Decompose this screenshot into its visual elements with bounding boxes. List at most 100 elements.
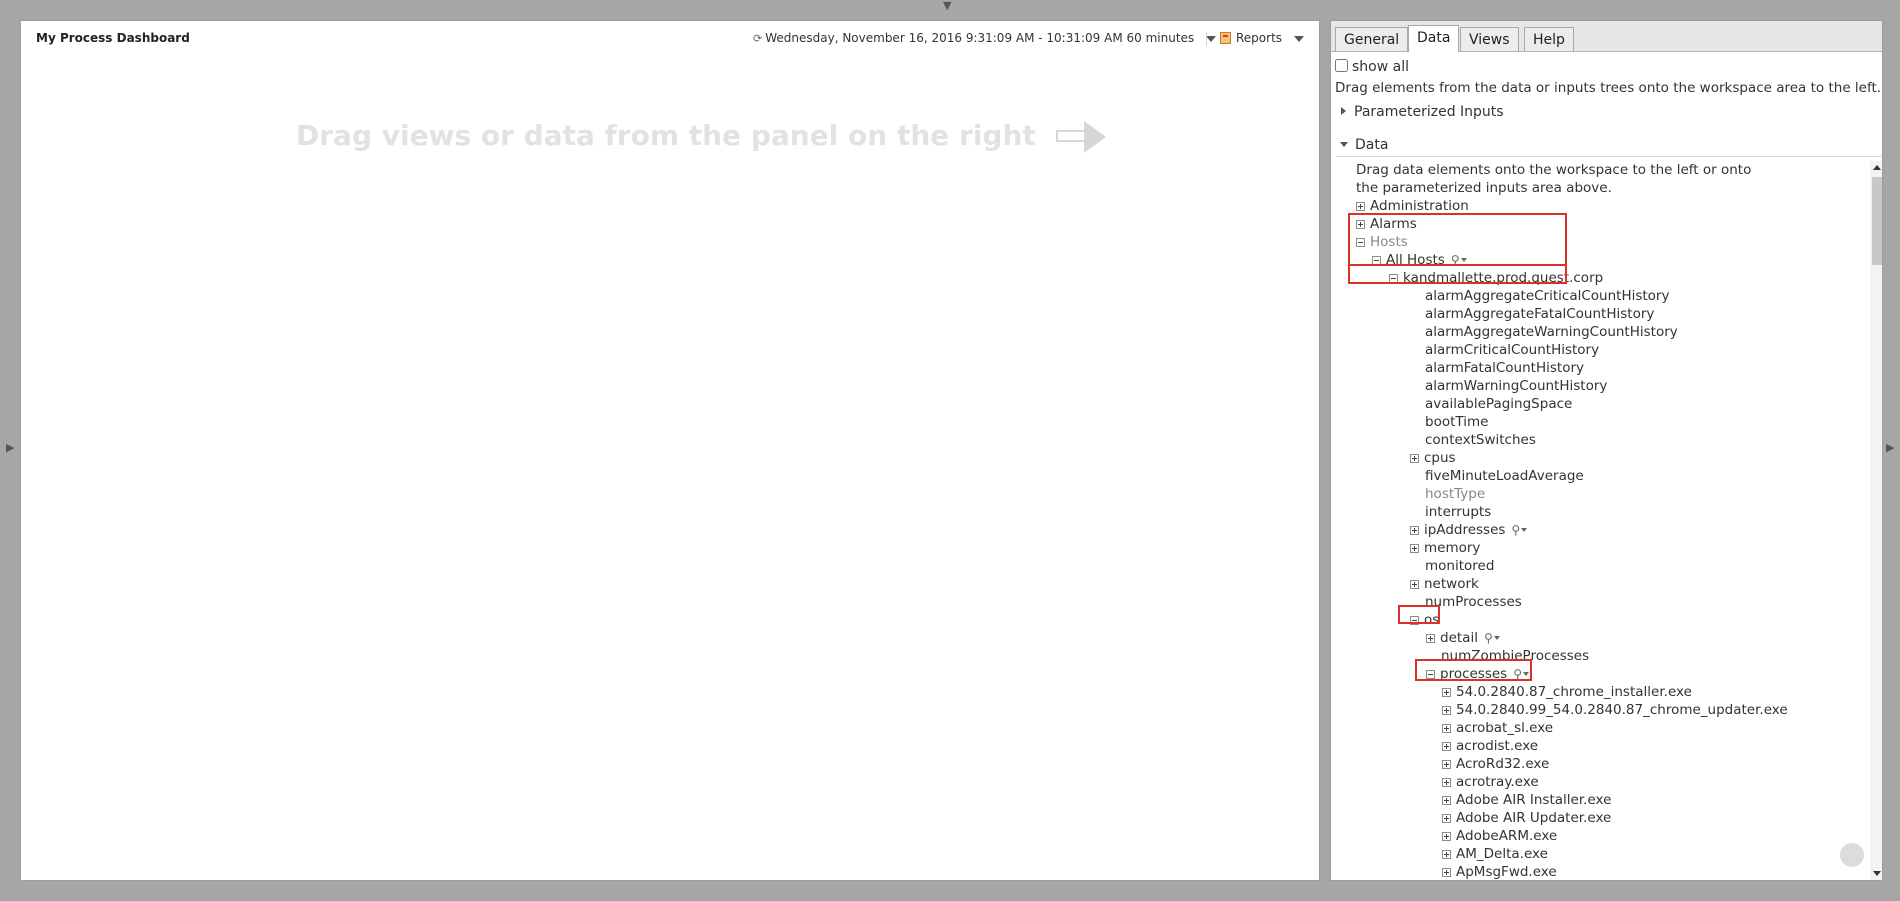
tree-node-host-item[interactable]: alarmCriticalCountHistory (1425, 341, 1599, 359)
tree-node-label: network (1424, 576, 1479, 592)
tree-node-label: 54.0.2840.99_54.0.2840.87_chrome_updater… (1456, 702, 1788, 718)
tree-node-host-item[interactable]: alarmAggregateFatalCountHistory (1425, 305, 1654, 323)
chevron-down-icon[interactable] (1294, 35, 1305, 42)
tree-node-detail[interactable]: detail ⚲ (1426, 629, 1500, 647)
tree-node-host-item[interactable]: availablePagingSpace (1425, 395, 1572, 413)
tree-node-label: 54.0.2840.87_chrome_installer.exe (1456, 684, 1692, 700)
tree-node-host-item[interactable]: alarmAggregateWarningCountHistory (1425, 323, 1678, 341)
tree-node-host-item[interactable]: hostType (1425, 485, 1485, 503)
tree-node-label: Adobe AIR Updater.exe (1456, 810, 1612, 826)
chevron-down-icon[interactable] (1206, 35, 1217, 42)
expand-plus-icon[interactable] (1442, 778, 1451, 787)
expand-plus-icon[interactable] (1442, 850, 1451, 859)
dashboard-workspace[interactable]: My Process Dashboard ⟳ Wednesday, Novembe… (20, 20, 1320, 881)
tree-node-label: acrotray.exe (1456, 774, 1539, 790)
tree-node-label: acrodist.exe (1456, 738, 1539, 754)
expand-plus-icon[interactable] (1410, 580, 1419, 589)
tree-node-host-item[interactable]: alarmFatalCountHistory (1425, 359, 1584, 377)
tree-node-label: acrobat_sl.exe (1456, 720, 1554, 736)
expand-plus-icon[interactable] (1442, 724, 1451, 733)
panel-instruction: Drag elements from the data or inputs tr… (1335, 80, 1882, 96)
data-panel: General Data Views Help show all Drag el… (1330, 20, 1883, 881)
time-range-label: Wednesday, November 16, 2016 9:31:09 AM … (765, 31, 1195, 45)
tree-node-label: AM_Delta.exe (1456, 846, 1548, 862)
tree-node-label: Administration (1370, 198, 1469, 214)
tree-node-host-item[interactable]: interrupts (1425, 503, 1491, 521)
tree-node-label: AdobeARM.exe (1456, 828, 1558, 844)
tree-node-process[interactable]: Adobe AIR Installer.exe (1442, 791, 1611, 809)
tab-help[interactable]: Help (1524, 27, 1574, 51)
tree-node-process[interactable]: 54.0.2840.99_54.0.2840.87_chrome_updater… (1442, 701, 1788, 719)
collapse-top-arrow-icon[interactable]: ▼ (943, 0, 951, 12)
highlight-processes-box (1415, 659, 1532, 681)
tree-node-label: ipAddresses (1424, 522, 1506, 538)
reports-icon (1220, 32, 1231, 44)
section-divider (1336, 156, 1882, 157)
parameterized-inputs-toggle[interactable]: Parameterized Inputs (1341, 104, 1504, 120)
tree-node-ipaddresses[interactable]: ipAddresses ⚲ (1410, 521, 1528, 539)
expand-plus-icon[interactable] (1410, 526, 1419, 535)
show-all-checkbox-input[interactable] (1335, 59, 1348, 72)
tree-node-network[interactable]: network (1410, 575, 1479, 593)
highlight-os-box (1398, 605, 1440, 624)
tree-node-label: cpus (1424, 450, 1456, 466)
expand-left-arrow-icon[interactable]: ▶ (6, 441, 14, 454)
tree-node-process[interactable]: AM_Delta.exe (1442, 845, 1548, 863)
expand-plus-icon[interactable] (1442, 760, 1451, 769)
tab-data[interactable]: Data (1408, 25, 1460, 52)
tree-node-host-item[interactable]: contextSwitches (1425, 431, 1536, 449)
tree-node-process[interactable]: AdobeARM.exe (1442, 827, 1557, 845)
expand-right-arrow-icon[interactable]: ▶ (1886, 441, 1894, 454)
clock-icon: ⟳ (753, 32, 763, 45)
reports-label: Reports (1236, 31, 1283, 45)
expand-plus-icon[interactable] (1442, 706, 1451, 715)
tree-node-process[interactable]: acrotray.exe (1442, 773, 1539, 791)
scroll-up-icon[interactable] (1873, 165, 1881, 170)
chevron-down-icon[interactable] (1521, 528, 1528, 532)
drop-hint-text: Drag views or data from the panel on the… (296, 119, 1036, 152)
time-range-selector[interactable]: ⟳ Wednesday, November 16, 2016 9:31:09 AM… (753, 31, 1217, 45)
expand-plus-icon[interactable] (1426, 634, 1435, 643)
scroll-down-icon[interactable] (1873, 871, 1881, 876)
tree-node-label: AcroRd32.exe (1456, 756, 1550, 772)
expand-plus-icon[interactable] (1410, 544, 1419, 553)
tree-node-process[interactable]: ApMsgFwd.exe (1442, 863, 1557, 880)
tab-general[interactable]: General (1335, 27, 1409, 51)
expand-plus-icon[interactable] (1442, 796, 1451, 805)
data-section-toggle[interactable]: Data (1340, 137, 1388, 153)
chevron-right-icon (1341, 107, 1346, 115)
tree-scrollbar[interactable] (1870, 161, 1882, 880)
tree-node-host-item[interactable]: alarmAggregateCriticalCountHistory (1425, 287, 1669, 305)
tab-views[interactable]: Views (1460, 27, 1519, 51)
tree-node-process[interactable]: 54.0.2840.87_chrome_installer.exe (1442, 683, 1692, 701)
tree-node-cpus[interactable]: cpus (1410, 449, 1456, 467)
search-icon[interactable]: ⚲ (1484, 629, 1493, 647)
tree-node-memory[interactable]: memory (1410, 539, 1480, 557)
feedback-icon[interactable] (1840, 843, 1864, 867)
toolbar-divider (1206, 32, 1207, 46)
expand-plus-icon[interactable] (1442, 814, 1451, 823)
chevron-down-icon (1340, 142, 1348, 147)
expand-plus-icon[interactable] (1442, 832, 1451, 841)
expand-plus-icon[interactable] (1442, 868, 1451, 877)
expand-plus-icon[interactable] (1442, 742, 1451, 751)
search-icon[interactable]: ⚲ (1511, 521, 1520, 539)
tree-node-process[interactable]: Adobe AIR Updater.exe (1442, 809, 1611, 827)
expand-plus-icon[interactable] (1410, 454, 1419, 463)
expand-plus-icon[interactable] (1356, 202, 1365, 211)
show-all-checkbox[interactable]: show all (1335, 59, 1409, 75)
expand-plus-icon[interactable] (1442, 688, 1451, 697)
tree-node-host-item[interactable]: bootTime (1425, 413, 1488, 431)
tree-node-label: ApMsgFwd.exe (1456, 864, 1557, 880)
page-title: My Process Dashboard (36, 31, 190, 45)
reports-button[interactable]: Reports (1220, 31, 1305, 45)
tree-node-host-item[interactable]: alarmWarningCountHistory (1425, 377, 1607, 395)
tree-node-host-item[interactable]: monitored (1425, 557, 1494, 575)
chevron-down-icon[interactable] (1493, 636, 1500, 640)
tree-node-process[interactable]: AcroRd32.exe (1442, 755, 1549, 773)
panel-tab-bar: General Data Views Help (1331, 21, 1882, 52)
scroll-thumb[interactable] (1872, 177, 1882, 265)
tree-node-process[interactable]: acrobat_sl.exe (1442, 719, 1553, 737)
tree-node-process[interactable]: acrodist.exe (1442, 737, 1538, 755)
tree-node-host-item[interactable]: fiveMinuteLoadAverage (1425, 467, 1584, 485)
